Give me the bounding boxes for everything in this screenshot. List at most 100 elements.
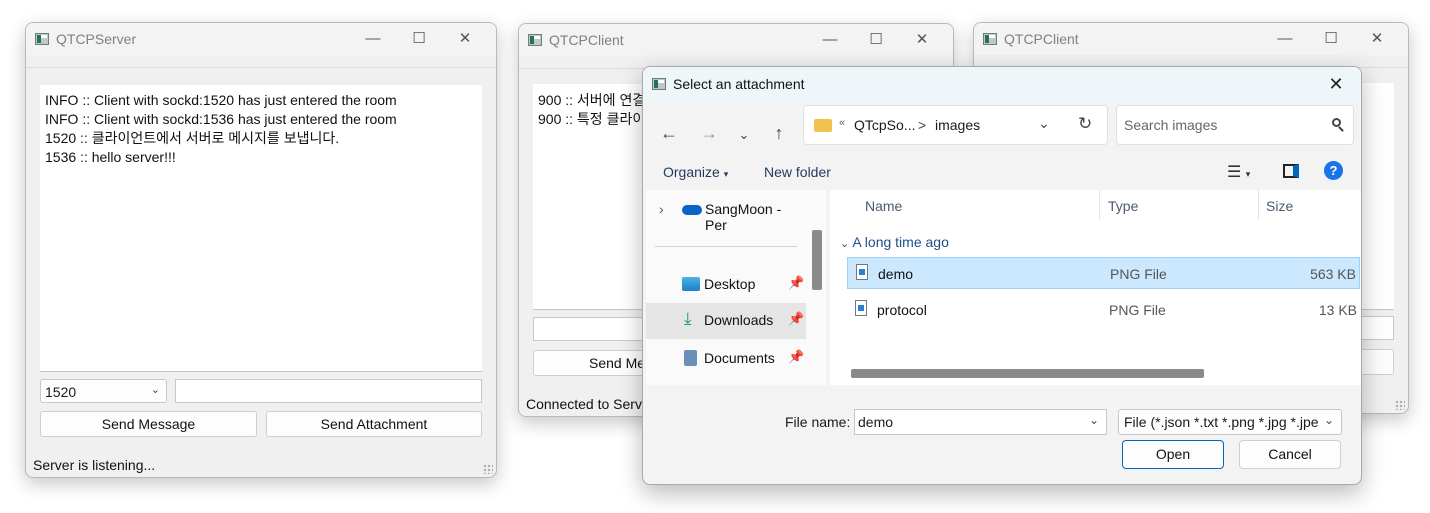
desktop-icon: [682, 277, 700, 291]
server-status: Server is listening...: [33, 457, 156, 473]
group-header[interactable]: ⌄ A long time ago: [840, 234, 949, 250]
app-icon: [983, 33, 997, 45]
nav-label: SangMoon - Per: [705, 201, 782, 233]
filename-label: File name:: [785, 414, 851, 430]
client-select-value: 1520: [45, 384, 77, 400]
maximize-icon[interactable]: ☐: [1308, 27, 1354, 51]
nav-scrollbar[interactable]: [812, 230, 822, 290]
caret-down-icon: ▾: [1245, 169, 1251, 179]
view-options-icon[interactable]: ☰ ▾: [1227, 162, 1250, 182]
file-row[interactable]: protocol PNG File 13 KB: [847, 294, 1360, 326]
documents-icon: [684, 350, 697, 366]
column-header-name[interactable]: Name: [865, 198, 902, 214]
dialog-titlebar[interactable]: Select an attachment ✕: [643, 67, 1361, 101]
server-window: QTCPServer — ☐ ✕ INFO :: Client with soc…: [25, 22, 497, 478]
close-icon[interactable]: ✕: [1354, 27, 1400, 51]
nav-item-onedrive[interactable]: › SangMoon - Per: [646, 192, 806, 233]
minimize-icon[interactable]: —: [807, 28, 853, 52]
group-label: A long time ago: [852, 234, 949, 250]
column-header-type[interactable]: Type: [1108, 198, 1138, 214]
column-header-size[interactable]: Size: [1266, 198, 1293, 214]
expand-chevron-icon[interactable]: ›: [659, 201, 664, 217]
download-icon: ⤓: [684, 309, 692, 328]
app-icon: [35, 33, 49, 45]
file-dialog: Select an attachment ✕ ← → ⌄ ↑ « QTcpSo.…: [642, 66, 1362, 485]
resize-grip[interactable]: [1395, 400, 1405, 410]
nav-item-downloads[interactable]: ⤓ Downloads 📌: [646, 303, 806, 339]
close-icon[interactable]: ✕: [1321, 72, 1351, 96]
menubar-divider: [26, 67, 496, 68]
file-list: Name Type Size ⌄ A long time ago demo PN…: [830, 190, 1361, 385]
app-icon: [652, 78, 666, 90]
minimize-icon[interactable]: —: [1262, 27, 1308, 51]
file-list-scrollbar[interactable]: [851, 369, 1204, 378]
chevron-down-icon[interactable]: ⌄: [1089, 413, 1099, 427]
pin-icon[interactable]: 📌: [788, 311, 804, 327]
cancel-button[interactable]: Cancel: [1239, 440, 1341, 469]
log-line: INFO :: Client with sockd:1536 has just …: [45, 111, 397, 127]
organize-menu[interactable]: Organize ▾: [663, 164, 728, 180]
client1-status: Connected to Serve: [526, 396, 650, 412]
nav-label: Documents: [704, 350, 775, 366]
file-type-filter[interactable]: File (*.json *.txt *.png *.jpg *.jpe ⌄: [1118, 409, 1342, 435]
file-row[interactable]: demo PNG File 563 KB: [847, 257, 1360, 289]
pin-icon[interactable]: 📌: [788, 275, 804, 291]
breadcrumb-separator: >: [918, 117, 927, 133]
search-box[interactable]: Search images: [1116, 105, 1354, 145]
search-icon-handle: [1338, 126, 1344, 132]
filename-input[interactable]: demo ⌄: [854, 409, 1107, 435]
log-line: 1520 :: 클라이언트에서 서버로 메시지를 보냅니다.: [45, 130, 340, 146]
breadcrumb-overflow[interactable]: «: [839, 117, 845, 129]
client1-window-title: QTCPClient: [549, 32, 624, 48]
breadcrumb-parent[interactable]: QTcpSo...: [854, 117, 915, 133]
folder-icon: [814, 119, 832, 132]
preview-pane-icon[interactable]: [1283, 164, 1299, 178]
forward-arrow-icon[interactable]: →: [697, 123, 721, 144]
nav-divider: [655, 246, 797, 247]
back-arrow-icon[interactable]: ←: [657, 123, 681, 144]
pin-icon[interactable]: 📌: [788, 349, 804, 365]
server-window-title: QTCPServer: [56, 31, 137, 47]
up-arrow-icon[interactable]: ↑: [767, 123, 791, 144]
maximize-icon[interactable]: ☐: [853, 28, 899, 52]
chevron-down-icon: ⌄: [150, 384, 160, 396]
search-input[interactable]: Search images: [1124, 117, 1217, 133]
resize-grip[interactable]: [483, 464, 493, 474]
send-message-button[interactable]: Send Message: [40, 411, 257, 437]
recent-locations-icon[interactable]: ⌄: [732, 127, 756, 143]
refresh-icon[interactable]: ↻: [1078, 114, 1092, 134]
nav-item-desktop[interactable]: Desktop 📌: [646, 267, 806, 303]
file-size: 13 KB: [1318, 302, 1357, 318]
help-icon[interactable]: ?: [1324, 161, 1343, 180]
filter-value: File (*.json *.txt *.png *.jpg *.jpe: [1124, 414, 1319, 430]
address-bar[interactable]: « QTcpSo... > images ⌄ ↻: [803, 105, 1108, 145]
breadcrumb-current[interactable]: images: [935, 117, 980, 133]
maximize-icon[interactable]: ☐: [396, 27, 442, 51]
close-icon[interactable]: ✕: [442, 27, 488, 51]
server-titlebar[interactable]: QTCPServer — ☐ ✕: [26, 23, 496, 55]
new-folder-button[interactable]: New folder: [764, 164, 831, 180]
column-divider[interactable]: [1258, 190, 1259, 220]
client1-titlebar[interactable]: QTCPClient — ☐ ✕: [519, 24, 953, 56]
navigation-pane: › SangMoon - Per Desktop 📌 ⤓ Downloads 📌…: [646, 190, 826, 385]
nav-label: Desktop: [704, 276, 756, 292]
filename-value: demo: [858, 414, 894, 430]
open-button[interactable]: Open: [1122, 440, 1224, 469]
client-select[interactable]: 1520 ⌄: [40, 379, 167, 403]
log-line: 1536 :: hello server!!!: [45, 149, 176, 165]
column-divider[interactable]: [1099, 190, 1100, 220]
close-icon[interactable]: ✕: [899, 28, 945, 52]
dialog-title: Select an attachment: [673, 76, 805, 92]
caret-down-icon: ▾: [723, 169, 729, 179]
server-message-log[interactable]: INFO :: Client with sockd:1520 has just …: [40, 85, 482, 372]
organize-label: Organize: [663, 164, 720, 180]
chevron-down-icon[interactable]: ⌄: [1038, 115, 1050, 132]
image-file-icon: [855, 300, 867, 316]
client2-titlebar[interactable]: QTCPClient — ☐ ✕: [974, 23, 1408, 55]
send-attachment-button[interactable]: Send Attachment: [266, 411, 482, 437]
server-message-input[interactable]: [175, 379, 482, 403]
cloud-icon: [682, 205, 702, 215]
nav-item-documents[interactable]: Documents 📌: [646, 341, 806, 377]
nav-label: Downloads: [704, 312, 774, 328]
minimize-icon[interactable]: —: [350, 27, 396, 51]
